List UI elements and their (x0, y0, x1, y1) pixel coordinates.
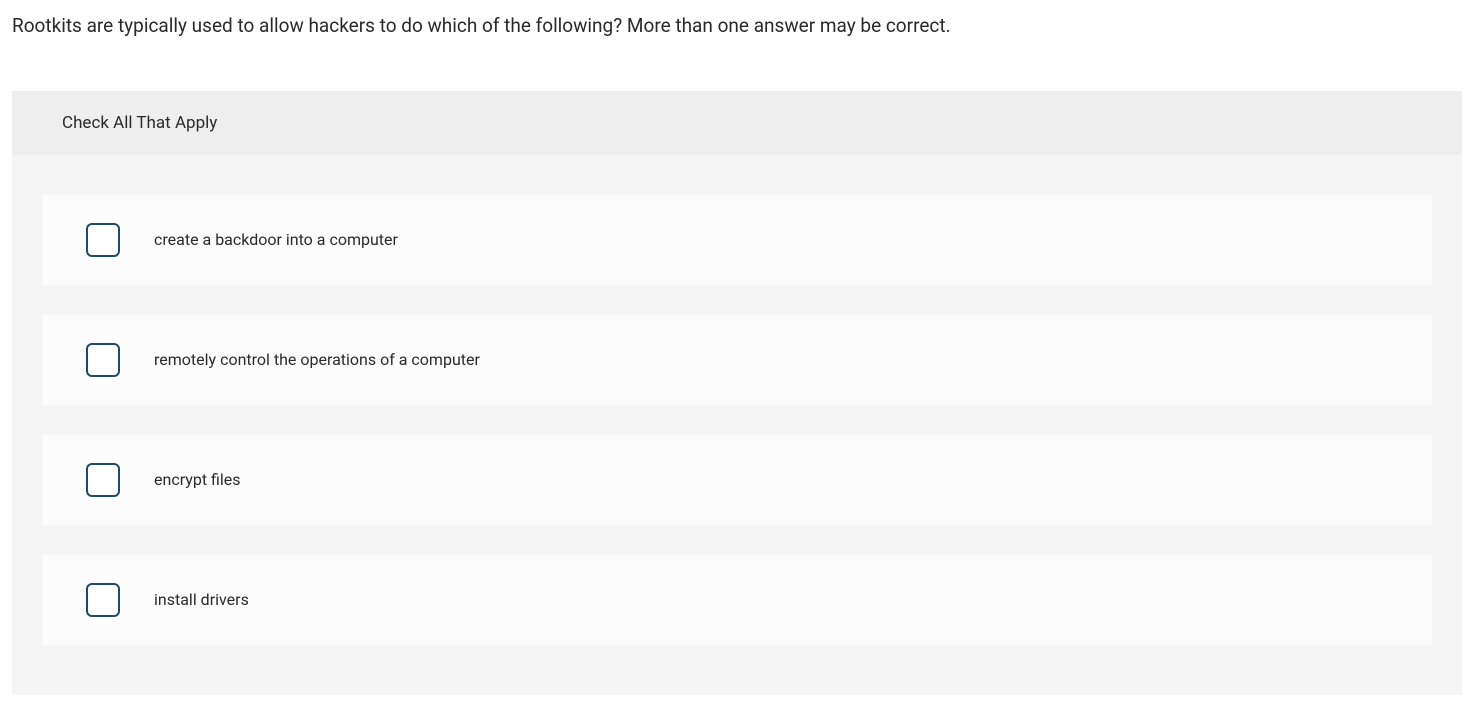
option-row-3[interactable]: install drivers (42, 555, 1432, 645)
options-area: create a backdoor into a computer remote… (12, 155, 1462, 695)
question-text: Rootkits are typically used to allow hac… (12, 12, 1462, 41)
instruction-header: Check All That Apply (12, 91, 1462, 155)
option-row-0[interactable]: create a backdoor into a computer (42, 195, 1432, 285)
option-label-2: encrypt files (154, 470, 241, 489)
option-label-1: remotely control the operations of a com… (154, 350, 480, 369)
option-row-2[interactable]: encrypt files (42, 435, 1432, 525)
checkbox-2[interactable] (86, 463, 120, 497)
option-label-0: create a backdoor into a computer (154, 230, 398, 249)
answer-container: Check All That Apply create a backdoor i… (12, 91, 1462, 695)
checkbox-3[interactable] (86, 583, 120, 617)
option-label-3: install drivers (154, 590, 249, 609)
checkbox-0[interactable] (86, 223, 120, 257)
option-row-1[interactable]: remotely control the operations of a com… (42, 315, 1432, 405)
checkbox-1[interactable] (86, 343, 120, 377)
